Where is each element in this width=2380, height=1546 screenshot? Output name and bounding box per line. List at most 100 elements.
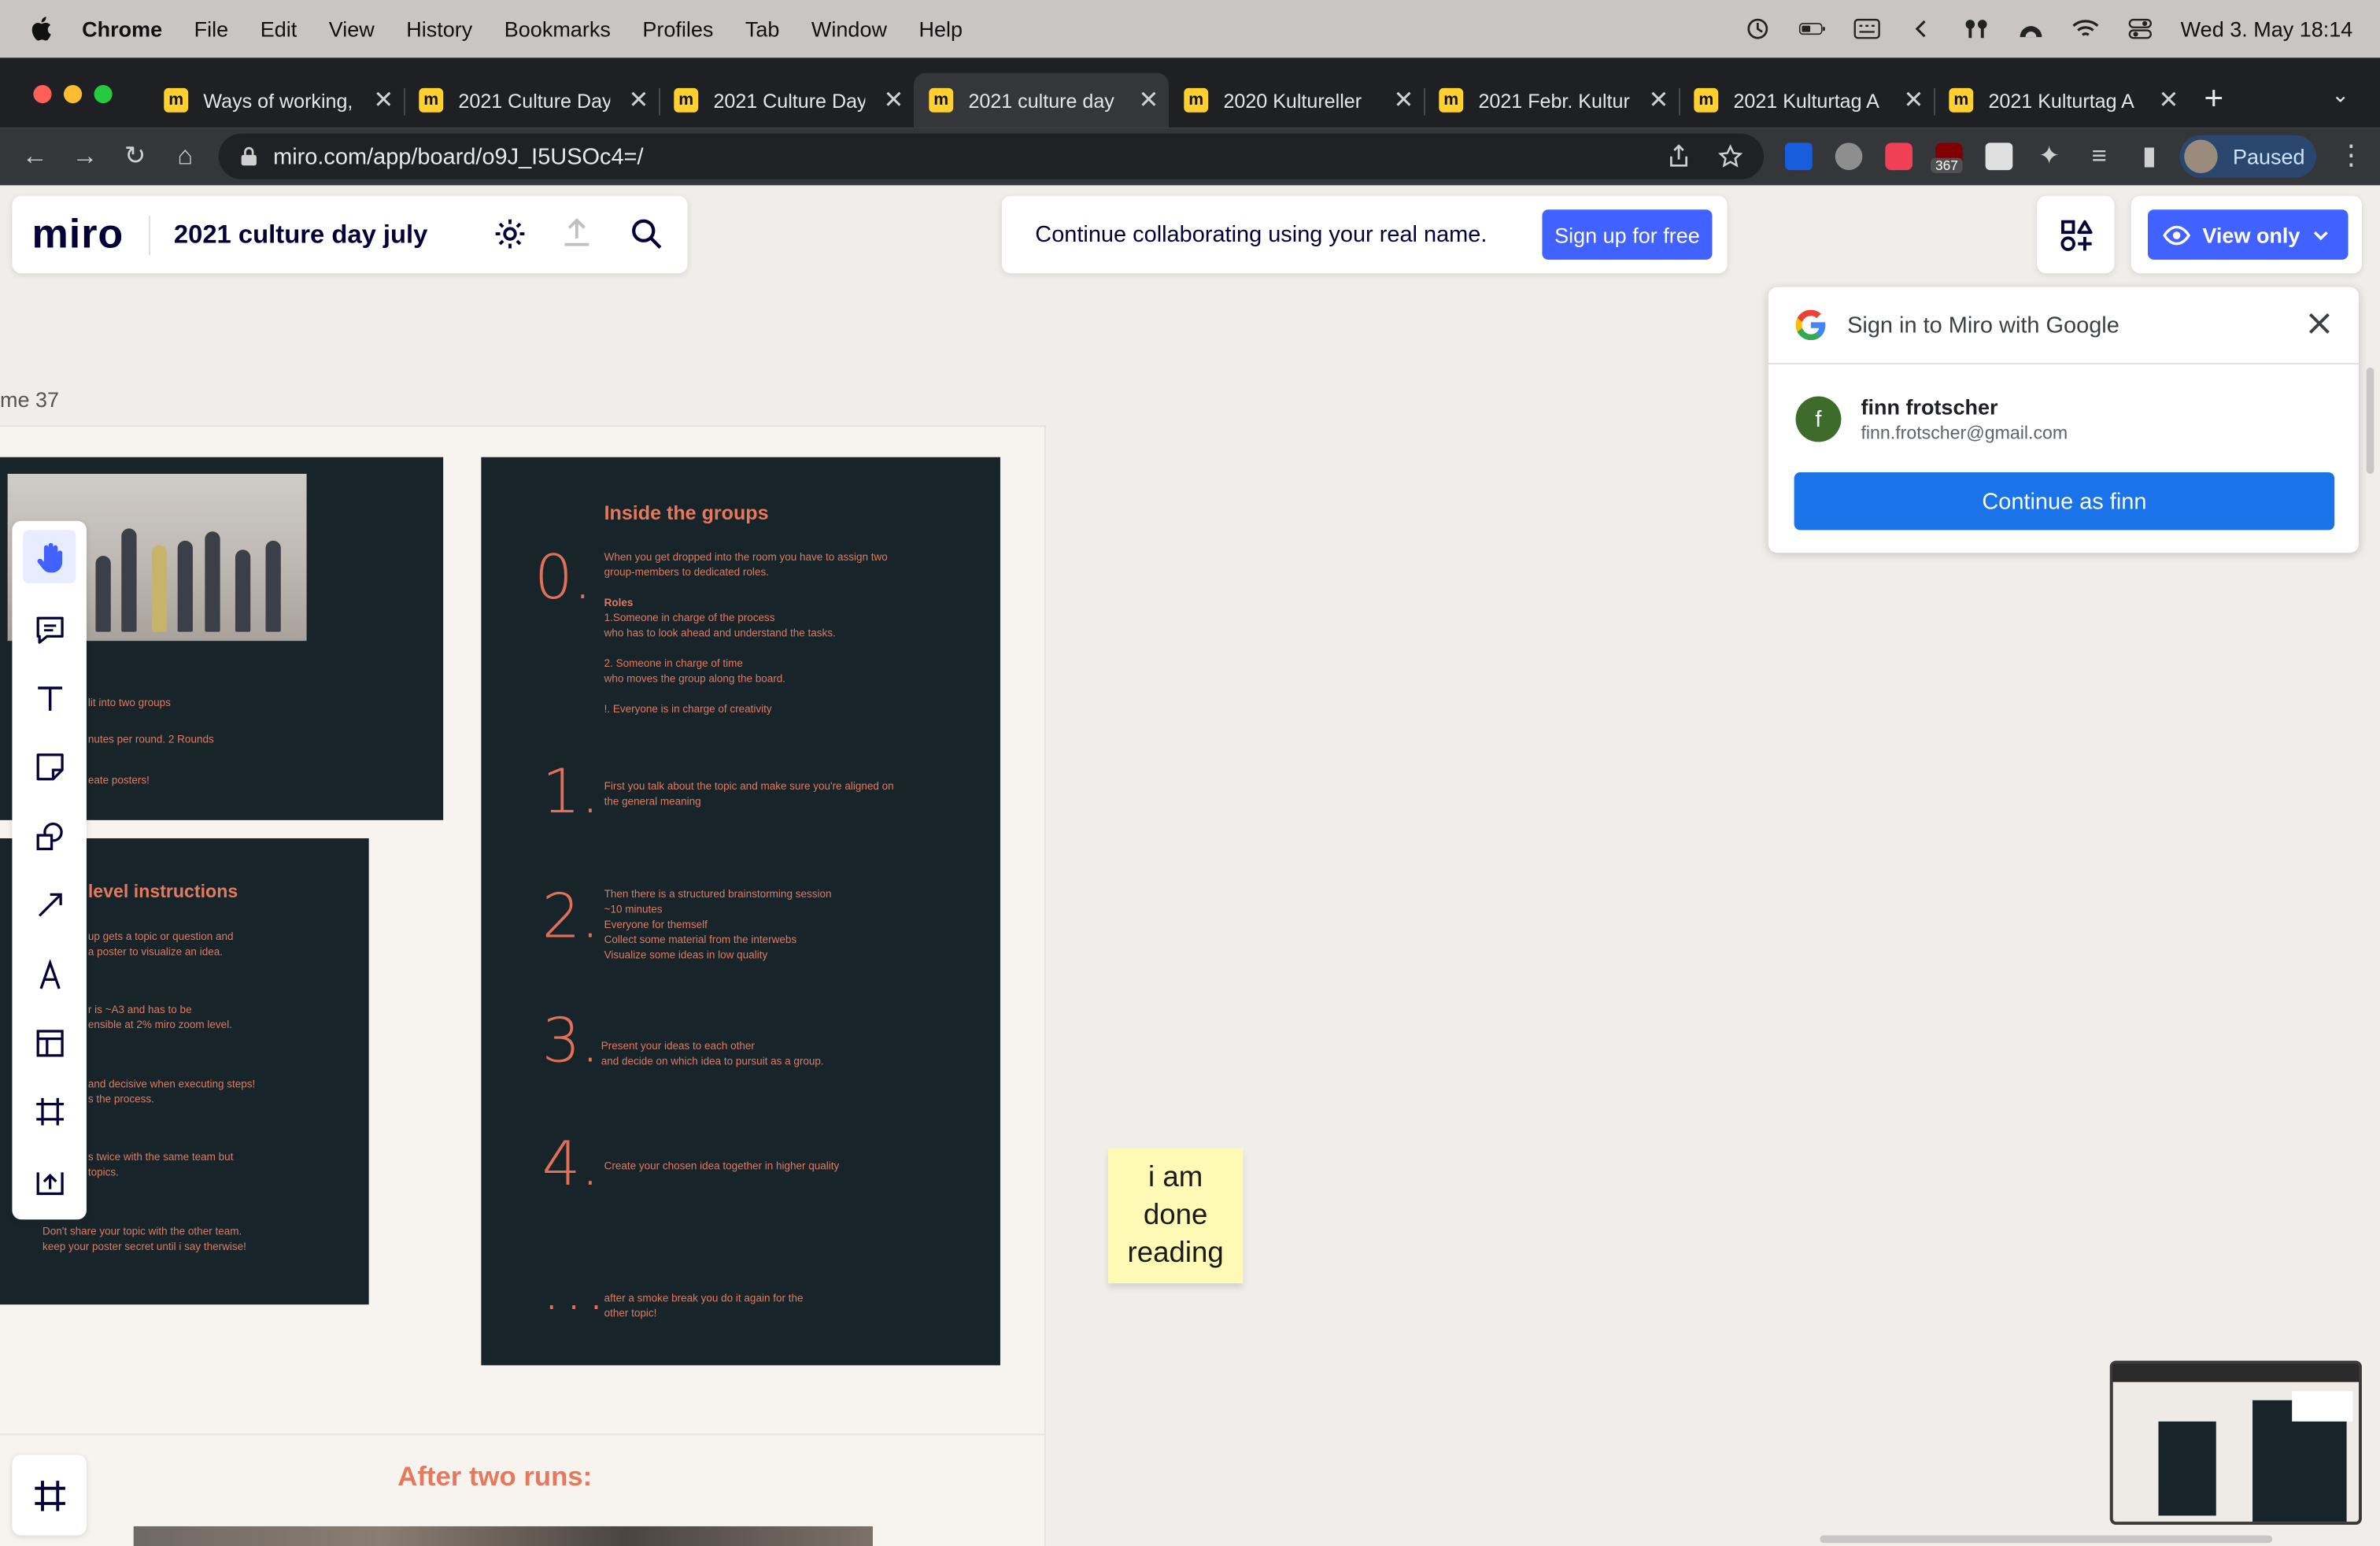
browser-tab[interactable]: m 2021 Culture Day ✕: [674, 73, 914, 128]
tab-divider: [404, 87, 405, 116]
keyboard-icon[interactable]: [1853, 17, 1880, 41]
browser-tab-active[interactable]: m 2021 culture day ✕: [914, 72, 1170, 128]
horizontal-scrollbar[interactable]: [1820, 1535, 2273, 1544]
tab-title: 2021 culture day: [968, 88, 1114, 112]
airpods-icon[interactable]: [1962, 17, 1990, 41]
browser-tab[interactable]: m 2021 Kulturtag A ✕: [1694, 73, 1934, 128]
browser-tab[interactable]: m 2021 Febr. Kultur ✕: [1439, 73, 1679, 128]
time-machine-icon[interactable]: [1743, 17, 1771, 41]
apps-button[interactable]: [2037, 195, 2115, 274]
shapes-tool-button[interactable]: [23, 809, 76, 863]
export-upload-icon[interactable]: [559, 216, 595, 252]
step-text: Then there is a structured brainstorming…: [604, 890, 832, 901]
browser-tab[interactable]: m 2020 Kultureller ✕: [1184, 73, 1424, 128]
continue-as-button[interactable]: Continue as finn: [1794, 472, 2335, 531]
miro-favicon-icon: m: [164, 87, 189, 113]
search-icon[interactable]: [628, 216, 664, 252]
pen-tool-button[interactable]: [23, 948, 76, 1001]
close-tab-icon[interactable]: ✕: [628, 85, 649, 116]
step-text: the general meaning: [604, 797, 701, 808]
close-tab-icon[interactable]: ✕: [1138, 85, 1159, 116]
comment-tool-button[interactable]: [23, 603, 76, 656]
extension-badge: 367: [1931, 157, 1963, 173]
bookmark-star-icon[interactable]: [1718, 144, 1743, 168]
frames-panel-button[interactable]: [12, 1455, 87, 1536]
lock-icon[interactable]: [240, 146, 258, 167]
browser-tab[interactable]: m 2021 Kulturtag A ✕: [1949, 73, 2189, 128]
slide-heading: Inside the groups: [604, 501, 769, 524]
vpn-icon[interactable]: [2016, 17, 2044, 41]
step-number: 1.: [541, 757, 601, 828]
reload-icon[interactable]: ↻: [121, 142, 149, 170]
close-icon[interactable]: [2304, 309, 2335, 339]
step-text: Visualize some ideas in low quality: [604, 950, 768, 962]
chrome-menu-icon[interactable]: ⋮: [2338, 139, 2365, 172]
frame-label[interactable]: me 37: [0, 387, 59, 412]
menu-window[interactable]: Window: [811, 17, 887, 41]
back-arrow-icon[interactable]: ←: [21, 142, 49, 170]
minimize-window-button[interactable]: [64, 85, 83, 104]
board-minimap[interactable]: [2109, 1360, 2362, 1526]
menubar-clock[interactable]: Wed 3. May 18:14: [2181, 17, 2353, 41]
battery-icon[interactable]: [1798, 17, 1826, 41]
step-number: 0.: [534, 543, 593, 614]
miro-logo[interactable]: miro: [32, 211, 124, 258]
browser-tab[interactable]: m 2021 Culture Day ✕: [419, 73, 659, 128]
control-center-icon[interactable]: [2126, 17, 2153, 41]
sign-up-button[interactable]: Sign up for free: [1542, 209, 1713, 260]
side-panel-icon[interactable]: ▮: [2136, 142, 2164, 170]
menu-view[interactable]: View: [329, 17, 375, 41]
address-url[interactable]: miro.com/app/board/o9J_I5USOc4=/: [273, 143, 643, 169]
tab-search-chevron-icon[interactable]: ⌄: [2331, 82, 2349, 108]
text-tool-button[interactable]: [23, 671, 76, 725]
reading-list-icon[interactable]: ≡: [2086, 142, 2113, 170]
vertical-scrollbar[interactable]: [2366, 367, 2374, 474]
new-tab-plus-icon[interactable]: +: [2204, 79, 2223, 118]
signup-banner: Continue collaborating using your real n…: [1001, 195, 1728, 274]
zoom-window-button[interactable]: [94, 85, 113, 104]
home-icon[interactable]: ⌂: [172, 142, 199, 170]
chevron-left-icon[interactable]: [1908, 17, 1935, 41]
templates-tool-button[interactable]: [23, 1016, 76, 1070]
sticky-note-tool-button[interactable]: [23, 740, 76, 793]
apple-icon[interactable]: [31, 15, 55, 43]
menu-file[interactable]: File: [194, 17, 229, 41]
close-tab-icon[interactable]: ✕: [373, 85, 394, 116]
cube-extension-icon[interactable]: [1985, 142, 2013, 171]
result-image[interactable]: [133, 1526, 873, 1546]
privacy-extension-icon[interactable]: [1835, 142, 1863, 171]
frame-tool-button[interactable]: [23, 1085, 76, 1138]
upload-tool-button[interactable]: [23, 1154, 76, 1208]
close-tab-icon[interactable]: ✕: [2158, 85, 2179, 116]
menu-bookmarks[interactable]: Bookmarks: [504, 17, 611, 41]
close-tab-icon[interactable]: ✕: [1393, 85, 1414, 116]
menu-history[interactable]: History: [406, 17, 472, 41]
menu-profiles[interactable]: Profiles: [642, 17, 713, 41]
profile-button[interactable]: Paused: [2179, 135, 2317, 178]
text-icon: [37, 686, 62, 710]
settings-gear-icon[interactable]: [492, 216, 528, 252]
bitwarden-extension-icon[interactable]: [1785, 142, 1813, 171]
pocket-extension-icon[interactable]: [1885, 142, 1913, 171]
wifi-icon[interactable]: [2071, 17, 2099, 41]
browser-tab[interactable]: m Ways of working, ✕: [164, 73, 404, 128]
menu-tab[interactable]: Tab: [745, 17, 780, 41]
view-only-button[interactable]: View only: [2147, 209, 2349, 260]
menu-app-name[interactable]: Chrome: [82, 17, 162, 41]
extensions-puzzle-icon[interactable]: ✦: [2035, 142, 2063, 170]
address-bar[interactable]: miro.com/app/board/o9J_I5USOc4=/: [218, 133, 1765, 179]
connection-line-tool-button[interactable]: [23, 878, 76, 931]
close-tab-icon[interactable]: ✕: [1648, 85, 1669, 116]
close-tab-icon[interactable]: ✕: [1903, 85, 1924, 116]
menu-help[interactable]: Help: [918, 17, 963, 41]
menu-edit[interactable]: Edit: [261, 17, 298, 41]
close-tab-icon[interactable]: ✕: [883, 85, 904, 116]
profile-status-label: Paused: [2232, 144, 2305, 169]
google-account-row[interactable]: f finn frotscher finn.frotscher@gmail.co…: [1795, 395, 2068, 443]
hand-tool-button[interactable]: [22, 530, 76, 583]
board-title[interactable]: 2021 culture day july: [174, 220, 428, 250]
share-icon[interactable]: [1667, 144, 1691, 168]
forward-arrow-icon[interactable]: →: [72, 142, 99, 170]
close-window-button[interactable]: [33, 85, 52, 104]
sticky-note[interactable]: i am done reading: [1107, 1148, 1244, 1284]
